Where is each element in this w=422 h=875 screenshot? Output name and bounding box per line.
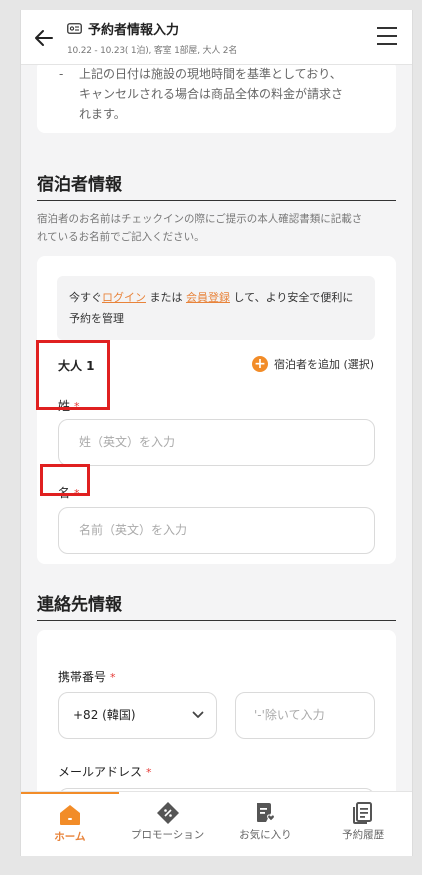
nav-label-favorites: お気に入り bbox=[239, 829, 292, 841]
login-mid: または bbox=[149, 291, 183, 304]
phone-number-input[interactable]: '-'除いて入力 bbox=[235, 692, 375, 739]
booking-history-icon bbox=[353, 802, 373, 824]
cancellation-policy-card: - 上記の日付は施設の現地時間を基準としており、 キャンセルされる場合は商品全体… bbox=[37, 60, 396, 133]
login-suffix-2: 予約を管理 bbox=[69, 312, 124, 325]
top-header: 予約者情報入力 10.22 - 10.23( 1泊), 客室 1部屋, 大人 2… bbox=[21, 10, 412, 65]
nav-label-home: ホーム bbox=[54, 831, 86, 843]
plus-circle-icon: + bbox=[252, 356, 268, 372]
nav-label-promotion: プロモーション bbox=[130, 829, 205, 841]
nav-favorites[interactable]: お気に入り bbox=[217, 792, 315, 856]
booking-summary: 10.22 - 10.23( 1泊), 客室 1部屋, 大人 2名 bbox=[67, 46, 238, 56]
country-code-select[interactable]: +82 (韓国) bbox=[58, 692, 217, 739]
add-guest-button[interactable]: + 宿泊者を追加 (選択) bbox=[252, 356, 374, 372]
app-screen: 予約者情報入力 10.22 - 10.23( 1泊), 客室 1部屋, 大人 2… bbox=[20, 10, 413, 856]
nav-booking-history[interactable]: 予約履歴 bbox=[314, 792, 412, 856]
highlight-box-adult-lastname bbox=[36, 340, 110, 410]
guest-info-title: 宿泊者情報 bbox=[37, 175, 122, 195]
login-prompt: 今すぐログイン または 会員登録 して、より安全で便利に 予約を管理 bbox=[57, 276, 375, 340]
guest-note-line: れているお名前でご記入ください。 bbox=[37, 231, 205, 243]
hamburger-menu-icon[interactable] bbox=[377, 27, 399, 47]
guest-info-card: 今すぐログイン または 会員登録 して、より安全で便利に 予約を管理 大人 1 … bbox=[37, 256, 396, 564]
nav-promotion[interactable]: プロモーション bbox=[119, 792, 217, 856]
login-link[interactable]: ログイン bbox=[102, 291, 146, 304]
nav-label-booking-history: 予約履歴 bbox=[342, 829, 385, 841]
bullet-dash: - bbox=[59, 67, 64, 81]
register-link[interactable]: 会員登録 bbox=[186, 291, 230, 304]
back-arrow-icon[interactable] bbox=[33, 27, 55, 49]
login-suffix: して、より安全で便利に bbox=[233, 291, 354, 304]
page-title: 予約者情報入力 bbox=[88, 23, 180, 38]
contact-info-title: 連絡先情報 bbox=[37, 595, 122, 615]
login-prefix: 今すぐ bbox=[69, 291, 102, 304]
section-divider bbox=[37, 200, 396, 201]
bottom-navigation: ホーム プロモーション お気に入り 予約履歴 bbox=[21, 791, 412, 856]
highlight-box-firstname bbox=[40, 464, 90, 496]
ticket-icon bbox=[67, 23, 82, 34]
policy-line: キャンセルされる場合は商品全体の料金が請求さ bbox=[79, 87, 344, 101]
first-name-input[interactable]: 名前（英文）を入力 bbox=[58, 507, 375, 554]
phone-label: 携帯番号 * bbox=[58, 668, 116, 685]
last-name-input[interactable]: 姓（英文）を入力 bbox=[58, 419, 375, 466]
promotion-tag-icon bbox=[156, 802, 179, 824]
policy-line: 上記の日付は施設の現地時間を基準としており、 bbox=[79, 67, 342, 81]
required-mark: * bbox=[110, 671, 116, 684]
email-label: メールアドレス * bbox=[58, 763, 152, 780]
section-divider bbox=[37, 620, 396, 621]
favorite-document-icon bbox=[257, 803, 276, 822]
home-icon bbox=[59, 805, 80, 825]
add-guest-label: 宿泊者を追加 (選択) bbox=[274, 358, 375, 371]
title-row: 予約者情報入力 bbox=[67, 19, 179, 38]
policy-line: れます。 bbox=[79, 107, 126, 121]
required-mark: * bbox=[146, 766, 152, 779]
cancellation-policy-text: - 上記の日付は施設の現地時間を基準としており、 キャンセルされる場合は商品全体… bbox=[59, 64, 379, 124]
guest-name-note: 宿泊者のお名前はチェックインの際にご提示の本人確認書類に記載さ れているお名前で… bbox=[37, 210, 397, 246]
chevron-down-icon bbox=[192, 711, 204, 718]
country-code-value: +82 (韓国) bbox=[73, 708, 136, 722]
phone-label-text: 携帯番号 bbox=[58, 670, 107, 684]
guest-note-line: 宿泊者のお名前はチェックインの際にご提示の本人確認書類に記載さ bbox=[37, 213, 363, 225]
nav-home[interactable]: ホーム bbox=[21, 792, 119, 856]
email-label-text: メールアドレス bbox=[58, 765, 143, 779]
